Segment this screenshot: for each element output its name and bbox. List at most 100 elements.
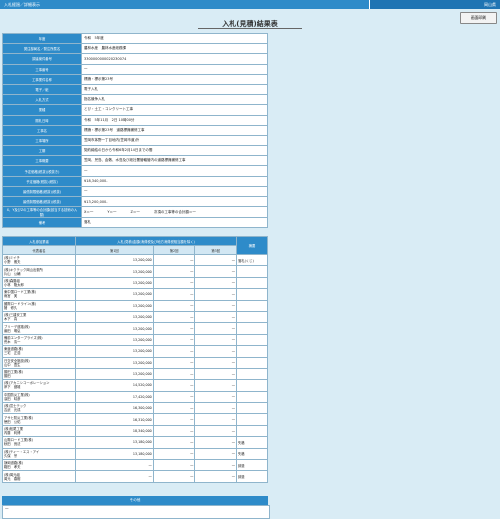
bid-amount-r2: 一	[152, 424, 196, 438]
bid-amount-r2: 一	[152, 379, 196, 392]
info-label: 工事概要	[2, 155, 82, 167]
info-label: 開札日時	[2, 114, 82, 126]
col-round2-header: 第2回	[152, 245, 196, 255]
bidder-cell: 藤田工業(株) 藤田	[2, 367, 76, 381]
info-value: 笠岡、児島、倉敷、水島及び総社署管轄管内の道路標識補修工事	[81, 155, 268, 167]
table-row: (株)ティー・エス・アイ 久保 宗 13,180,000 一一失格	[2, 447, 268, 461]
bid-amount-r2: 一	[152, 345, 196, 358]
bid-amount-r1: 13,200,000	[75, 265, 154, 278]
representative-name: 小林 隆太郎	[4, 282, 24, 287]
remark-cell	[236, 299, 268, 312]
bid-amount-r1: 13,200,000	[75, 345, 154, 358]
bid-amount-r2: 一	[152, 253, 196, 267]
info-label: 工事場所	[2, 134, 82, 147]
info-value: 令和 5年11月 2日 10時00分	[81, 114, 268, 126]
bid-amount-r2: 一	[152, 265, 196, 278]
bid-amount-r2: 一	[152, 470, 196, 483]
representative-name: 内藤 利博	[4, 431, 21, 436]
info-label: 備考	[2, 217, 82, 229]
bid-amount-r3: 一	[194, 288, 237, 301]
bid-amount-r1: 13,200,000	[75, 322, 154, 335]
bid-amount-r3: 一	[194, 447, 237, 461]
info-row: 開札日時 令和 5年11月 2日 10時00分	[2, 114, 268, 126]
bid-amount-r3: 一	[194, 299, 237, 312]
bidder-cell: ブリーデ道路(株) 番田 明弘	[2, 322, 76, 335]
representative-name: 秋田 良法	[4, 442, 21, 447]
bid-amount-r2: 一	[152, 310, 196, 324]
info-row: 発注部局名／発注所属名 農林水産 農林水産総務課	[2, 43, 268, 55]
table-row: (株)ミイチ 小野 雅夫 13,200,000 一一落札(くじ)	[2, 253, 268, 267]
representative-name: 荒木 清一	[4, 339, 21, 344]
info-label: 予定価格(税抜)(税抜)	[2, 175, 82, 187]
info-value: 標識・標示第23号	[81, 73, 268, 85]
table-row: アサヒ防災工業(株) 徳田 公佑 16,310,000 一一	[2, 413, 268, 426]
other-body: 一	[2, 505, 270, 519]
bid-amount-r1: 13,200,000	[75, 276, 154, 290]
info-row: 電子／紙 電子入札	[2, 83, 268, 96]
representative-name: 山中 豊生	[4, 362, 21, 367]
bid-amount-r1: 一	[75, 470, 154, 483]
info-label: 年度	[2, 32, 82, 45]
info-row: X、Y及びZの工事等の合計額(該当する技術の入替) X＝一 Y＝一 Z＝一 次項の…	[2, 206, 268, 219]
bid-amount-r3: 一	[194, 413, 237, 426]
bid-amount-r1: 13,200,000	[75, 288, 154, 301]
table-row: 静岡道路(株) 箱田 孝夫一一一辞退	[2, 459, 268, 472]
bidder-cell: (株)松尾工業 内藤 利博	[2, 424, 76, 438]
bidder-cell: 國際ロードライン(株) 猪 修久	[2, 299, 76, 312]
info-label: X、Y及びZの工事等の合計額(該当する技術の入替)	[2, 206, 82, 219]
col-round3-header: 第3回	[194, 245, 237, 255]
info-row: 年度 令和 5年度	[2, 32, 268, 45]
info-value: 一	[81, 185, 268, 198]
bid-amount-r1: 16,300,000	[75, 402, 154, 415]
info-value: 一	[81, 165, 268, 177]
representative-name: 吉武 元成	[4, 408, 21, 413]
bid-amount-r1: 14,520,000	[75, 379, 154, 392]
bid-amount-r3: 一	[194, 276, 237, 290]
bid-amount-r3: 一	[194, 322, 237, 335]
representative-name: 濱田 晴彦	[4, 396, 21, 401]
bid-amount-r1: 13,200,000	[75, 333, 154, 347]
bidder-cell: (株)ティー・エス・アイ 久保 宗	[2, 447, 76, 461]
bid-amount-r3: 一	[194, 379, 237, 392]
info-value: 標識・標示第23号 道路標識補修工事	[81, 124, 268, 136]
info-row: 工事場所 笠岡市茅野一丁目地内(笠岡市道)外	[2, 134, 268, 147]
table-row: (株)アカニシコーポレーション 岸下 健雄 14,520,000 一一	[2, 379, 268, 392]
representative-name: 片山 公輔	[4, 271, 21, 276]
bid-amount-r3: 一	[194, 436, 237, 449]
bid-amount-r3: 一	[194, 265, 237, 278]
bidder-cell: (株)アカニシコーポレーション 岸下 健雄	[2, 379, 76, 392]
bid-amount-r3: 一	[194, 367, 237, 381]
bid-amount-r2: 一	[152, 356, 196, 369]
bid-amount-r1: 13,200,000	[75, 310, 154, 324]
info-label: 電子／紙	[2, 83, 82, 96]
representative-name: 木下 真	[4, 317, 18, 322]
bid-amount-r1: 13,200,000	[75, 299, 154, 312]
bid-amount-r1: 13,180,000	[75, 447, 154, 461]
other-header: その他	[2, 496, 268, 505]
remark-cell	[236, 390, 268, 404]
bidder-cell: (株)三建安工業 木下 真	[2, 310, 76, 324]
representative-name: 岸下 健雄	[4, 385, 21, 390]
prefecture-box: 岡山県	[369, 0, 500, 9]
info-label: 工事名	[2, 124, 82, 136]
remark-cell	[236, 288, 268, 301]
remark-cell	[236, 333, 268, 347]
remark-cell	[236, 413, 268, 426]
bid-amount-r1: 13,200,000	[75, 367, 154, 381]
bidder-cell: (株)富士テック 吉武 元成	[2, 402, 76, 415]
bidder-cell: 静岡道路(株) 箱田 孝夫	[2, 459, 76, 472]
bid-amount-r1: 18,340,000	[75, 424, 154, 438]
bid-amount-r2: 一	[152, 322, 196, 335]
table-row: (株)キクテック岡山出張所 片山 公輔 13,200,000 一一	[2, 265, 268, 278]
bid-amount-r2: 一	[152, 333, 196, 347]
info-value: ¥13,200,000-	[81, 195, 268, 208]
info-value: 笠岡市茅野一丁目地内(笠岡市道)外	[81, 134, 268, 147]
remark-cell: 失格	[236, 436, 268, 449]
bidder-cell: (株)キクテック岡山出張所 片山 公輔	[2, 265, 76, 278]
bidder-cell: 日交安全施設(株) 山中 豊生	[2, 356, 76, 369]
bid-amount-r1: 16,310,000	[75, 413, 154, 426]
bidder-cell: (株)ミイチ 小野 雅夫	[2, 253, 76, 267]
col-amount-header: 入札(見積)金額(消費税及び地方消費税相当額を除く)	[75, 236, 237, 246]
bid-amount-r3: 一	[194, 253, 237, 267]
info-label: 最低制限価格(税抜)(税抜)	[2, 185, 82, 198]
